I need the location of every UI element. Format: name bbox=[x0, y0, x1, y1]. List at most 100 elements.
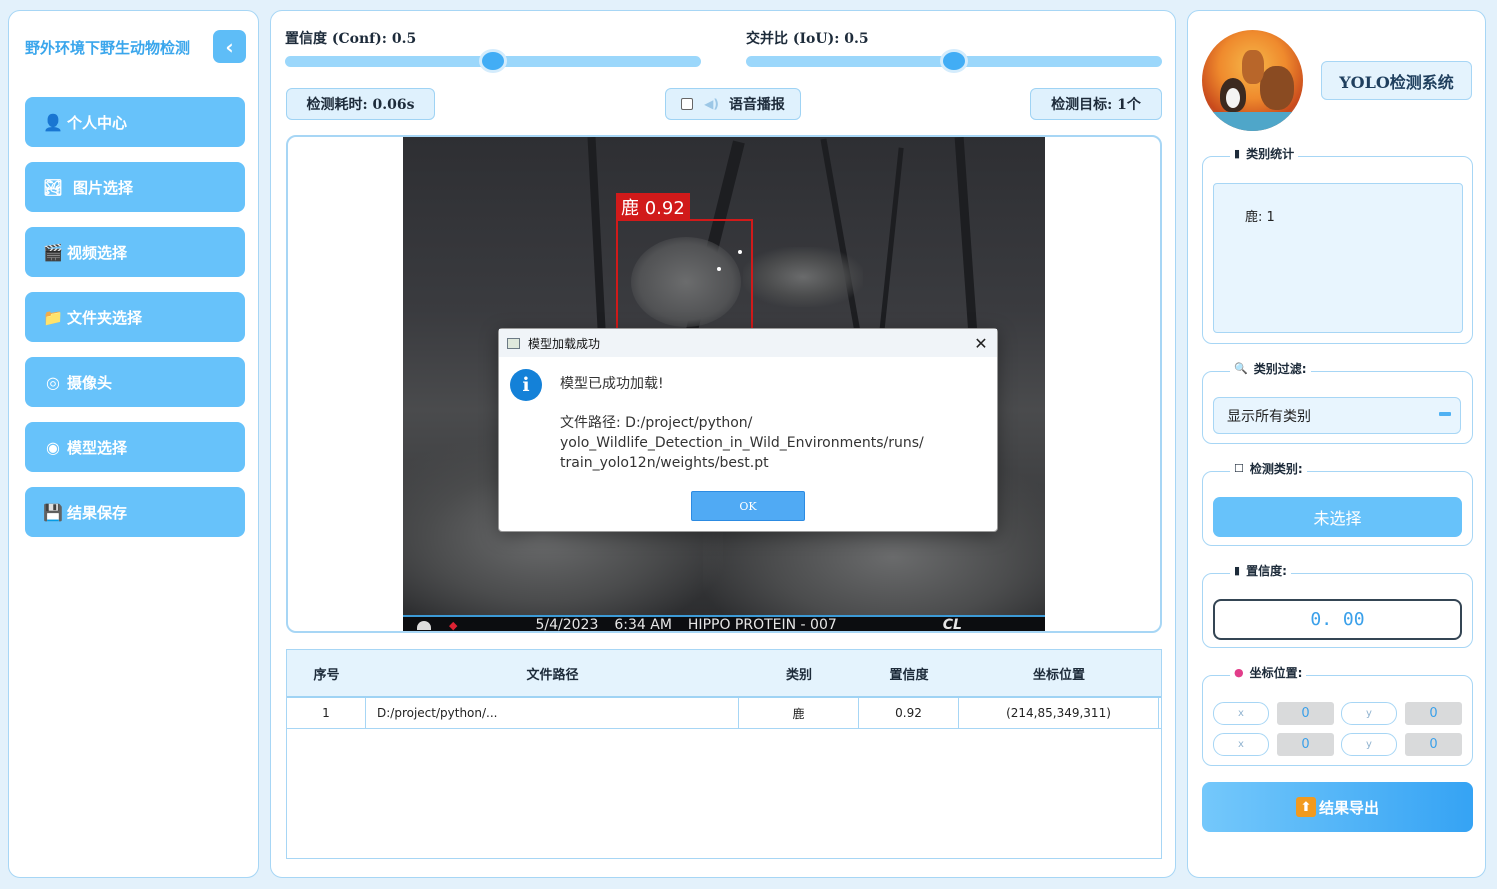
dialog-title: 模型加载成功 bbox=[528, 336, 601, 351]
save-icon: 💾 bbox=[43, 502, 63, 522]
detection-time: 检测耗时: 0.06s bbox=[286, 88, 435, 120]
target-count: 检测目标: 1个 bbox=[1030, 88, 1162, 120]
conf-slider[interactable] bbox=[285, 49, 701, 73]
system-title: YOLO检测系统 bbox=[1321, 61, 1472, 100]
nav-save-results-button[interactable]: 💾 结果保存 bbox=[25, 487, 245, 537]
tree-trunk bbox=[587, 137, 607, 348]
speaker-icon: ◀) bbox=[704, 97, 719, 111]
detected-class-select[interactable]: 未选择 bbox=[1213, 497, 1462, 537]
footer-brand: CL bbox=[942, 617, 962, 633]
class-filter-select[interactable]: 显示所有类别 bbox=[1213, 397, 1461, 434]
chart-icon: ▮ bbox=[1234, 147, 1241, 160]
model-loaded-dialog: 模型加载成功 ✕ i 模型已成功加载! 文件路径: D:/project/pyt… bbox=[498, 328, 998, 532]
table-row[interactable]: 1 D:/project/python/... 鹿 0.92 (214,85,3… bbox=[287, 698, 1161, 729]
search-icon: 🔍 bbox=[1234, 362, 1248, 375]
group-title: 🔍 类别过滤: bbox=[1230, 360, 1311, 377]
iou-slider-thumb[interactable] bbox=[940, 49, 968, 73]
window-icon bbox=[507, 337, 520, 349]
clapper-icon: 🎬 bbox=[43, 242, 63, 262]
nav-user-center-button[interactable]: 👤 个人中心 bbox=[25, 97, 245, 147]
iou-label: 交并比 (IoU): 0.5 bbox=[746, 31, 869, 47]
model-icon: ◉ bbox=[46, 437, 60, 457]
dialog-path-line: yolo_Wildlife_Detection_in_Wild_Environm… bbox=[560, 435, 924, 451]
nav-label: 个人中心 bbox=[67, 113, 128, 132]
conf-slider-thumb[interactable] bbox=[479, 49, 507, 73]
upload-icon: ⬆ bbox=[1295, 797, 1316, 817]
coord-label-xmin: x bbox=[1213, 702, 1269, 725]
dialog-titlebar: 模型加载成功 bbox=[499, 329, 997, 357]
coord-label-ymax: y bbox=[1341, 733, 1397, 756]
folder-icon: 📁 bbox=[43, 307, 63, 327]
group-title: ▮ 置信度: bbox=[1230, 562, 1291, 579]
nav-image-select-button[interactable]: 🏞 图片选择 bbox=[25, 162, 245, 212]
log bbox=[743, 247, 863, 307]
export-label: 结果导出 bbox=[1318, 798, 1379, 817]
penguin-belly bbox=[1226, 88, 1240, 108]
col-header[interactable]: 文件路径 bbox=[366, 650, 739, 696]
moon-icon bbox=[417, 620, 431, 630]
close-icon[interactable]: ✕ bbox=[971, 333, 991, 353]
cell-class: 鹿 bbox=[739, 698, 859, 728]
dialog-message: 模型已成功加载! bbox=[560, 376, 664, 392]
col-header[interactable]: 坐标位置 bbox=[959, 650, 1159, 696]
water bbox=[1202, 112, 1303, 131]
confidence-display: 0. 00 bbox=[1213, 599, 1462, 640]
coord-value-ymin: 0 bbox=[1405, 702, 1462, 725]
chevron-left-icon: ‹ bbox=[225, 34, 234, 59]
group-title: ☐ 检测类别: bbox=[1230, 460, 1307, 477]
iou-slider[interactable] bbox=[746, 49, 1162, 73]
coord-value-ymax: 0 bbox=[1405, 733, 1462, 756]
coord-value-xmax: 0 bbox=[1277, 733, 1334, 756]
group-title: ▮ 类别统计 bbox=[1230, 145, 1299, 162]
chart-icon: ▮ bbox=[1234, 564, 1241, 577]
checkbox-icon: ☐ bbox=[1234, 462, 1244, 475]
voice-checkbox[interactable] bbox=[681, 98, 694, 110]
detected-class-group: ☐ 检测类别: 未选择 bbox=[1202, 460, 1473, 546]
nav-label: 图片选择 bbox=[73, 178, 134, 197]
conf-label: 置信度 (Conf): 0.5 bbox=[285, 31, 417, 47]
col-header[interactable]: 置信度 bbox=[859, 650, 959, 696]
nav-label: 文件夹选择 bbox=[67, 308, 143, 327]
pin-icon: ● bbox=[1234, 666, 1244, 679]
nav-video-select-button[interactable]: 🎬 视频选择 bbox=[25, 227, 245, 277]
cell-index: 1 bbox=[287, 698, 366, 728]
collapse-sidebar-button[interactable]: ‹ bbox=[213, 30, 246, 63]
voice-label: 语音播报 bbox=[728, 97, 785, 113]
col-header[interactable]: 序号 bbox=[287, 650, 366, 696]
cell-coords: (214,85,349,311) bbox=[959, 698, 1159, 728]
ok-button[interactable]: OK bbox=[691, 491, 805, 521]
bear-figure bbox=[1260, 66, 1294, 110]
export-results-button[interactable]: ⬆ 结果导出 bbox=[1202, 782, 1473, 832]
nav-label: 摄像头 bbox=[67, 373, 113, 392]
user-icon: 👤 bbox=[43, 112, 63, 132]
image-icon: 🏞 bbox=[42, 177, 64, 197]
nav-label: 视频选择 bbox=[67, 243, 128, 262]
nav-camera-button[interactable]: ◎ 摄像头 bbox=[25, 357, 245, 407]
nav-model-select-button[interactable]: ◉ 模型选择 bbox=[25, 422, 245, 472]
detection-label: 鹿 0.92 bbox=[616, 193, 690, 220]
footer-date: 5/4/2023 bbox=[535, 617, 599, 633]
footer-time: 6:34 AM bbox=[614, 617, 672, 633]
right-panel: YOLO检测系统 ▮ 类别统计 鹿: 1 🔍 类别过滤: 显示所有类别 ☐ 检测类别:… bbox=[1187, 10, 1486, 878]
camera-icon: ◎ bbox=[46, 372, 60, 392]
col-header[interactable]: 类别 bbox=[739, 650, 859, 696]
sidebar: 野外环境下野生动物检测 ‹ 👤 个人中心 🏞 图片选择 🎬 视频选择 📁 文件夹… bbox=[8, 10, 259, 878]
confidence-group: ▮ 置信度: 0. 00 bbox=[1202, 562, 1473, 648]
dialog-path-line: 文件路径: D:/project/python/ bbox=[560, 415, 753, 431]
camera-footer: ◆ 5/4/2023 6:34 AM HIPPO PROTEIN - 007 C… bbox=[403, 615, 1045, 633]
cell-path: D:/project/python/... bbox=[366, 698, 739, 728]
results-table: 序号 文件路径 类别 置信度 坐标位置 1 D:/project/python/… bbox=[286, 649, 1162, 859]
battery-icon: ◆ bbox=[449, 618, 458, 632]
group-title: ● 坐标位置: bbox=[1230, 664, 1307, 681]
coord-label-ymin: y bbox=[1341, 702, 1397, 725]
voice-toggle[interactable]: ◀) 语音播报 bbox=[665, 88, 801, 120]
coord-value-xmin: 0 bbox=[1277, 702, 1334, 725]
table-header: 序号 文件路径 类别 置信度 坐标位置 bbox=[287, 650, 1161, 698]
nav-label: 模型选择 bbox=[67, 438, 128, 457]
footer-camera: HIPPO PROTEIN - 007 bbox=[687, 617, 837, 633]
cell-confidence: 0.92 bbox=[859, 698, 959, 728]
nav-folder-select-button[interactable]: 📁 文件夹选择 bbox=[25, 292, 245, 342]
class-stats-group: ▮ 类别统计 鹿: 1 bbox=[1202, 145, 1473, 344]
info-icon: i bbox=[510, 369, 542, 401]
class-stats-box: 鹿: 1 bbox=[1213, 183, 1463, 333]
